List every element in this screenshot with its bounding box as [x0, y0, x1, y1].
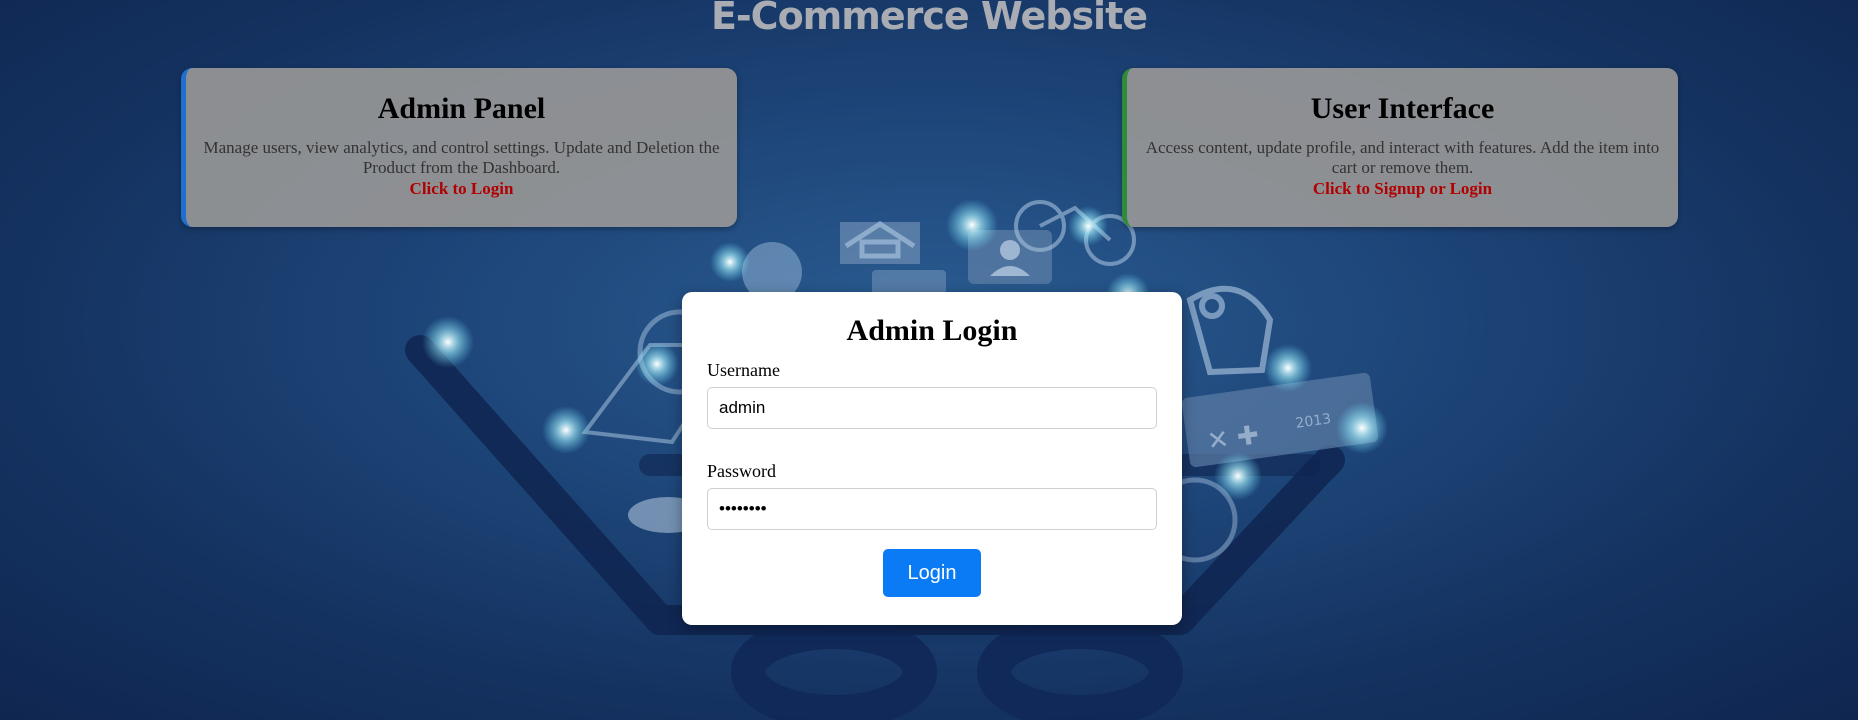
cart-wheel-right-icon	[977, 615, 1183, 720]
login-button-row: Login	[707, 549, 1157, 597]
calculator-icon: 2013 ✕ ✚	[1181, 372, 1379, 468]
house-icon	[840, 221, 920, 264]
user-profile-icon	[968, 230, 1052, 284]
admin-login-link[interactable]: Click to Login	[186, 179, 737, 199]
user-interface-card: User Interface Access content, update pr…	[1122, 68, 1678, 227]
calculator-year-text: 2013	[1295, 411, 1333, 432]
site-title: E-Commerce Website	[710, 0, 1148, 38]
username-input[interactable]	[707, 387, 1157, 429]
password-input[interactable]	[707, 488, 1157, 530]
admin-login-form: Admin Login Username Password Login	[682, 292, 1182, 625]
power-icon	[872, 270, 946, 294]
admin-panel-title: Admin Panel	[377, 92, 546, 125]
login-button[interactable]: Login	[883, 549, 981, 597]
password-label: Password	[707, 461, 777, 481]
bicycle-icon	[1014, 200, 1136, 266]
calculator-keys-glyph: ✕ ✚	[1205, 420, 1261, 457]
admin-panel-card: Admin Panel Manage users, view analytics…	[181, 68, 737, 227]
username-label: Username	[707, 360, 780, 380]
cart-wheel-left-icon	[731, 615, 937, 720]
user-signup-login-link[interactable]: Click to Signup or Login	[1127, 179, 1678, 199]
login-form-title: Admin Login	[846, 314, 1018, 347]
admin-panel-description: Manage users, view analytics, and contro…	[203, 138, 720, 177]
user-interface-description: Access content, update profile, and inte…	[1145, 138, 1660, 177]
user-interface-title: User Interface	[1310, 92, 1495, 125]
car-icon	[1186, 285, 1274, 376]
